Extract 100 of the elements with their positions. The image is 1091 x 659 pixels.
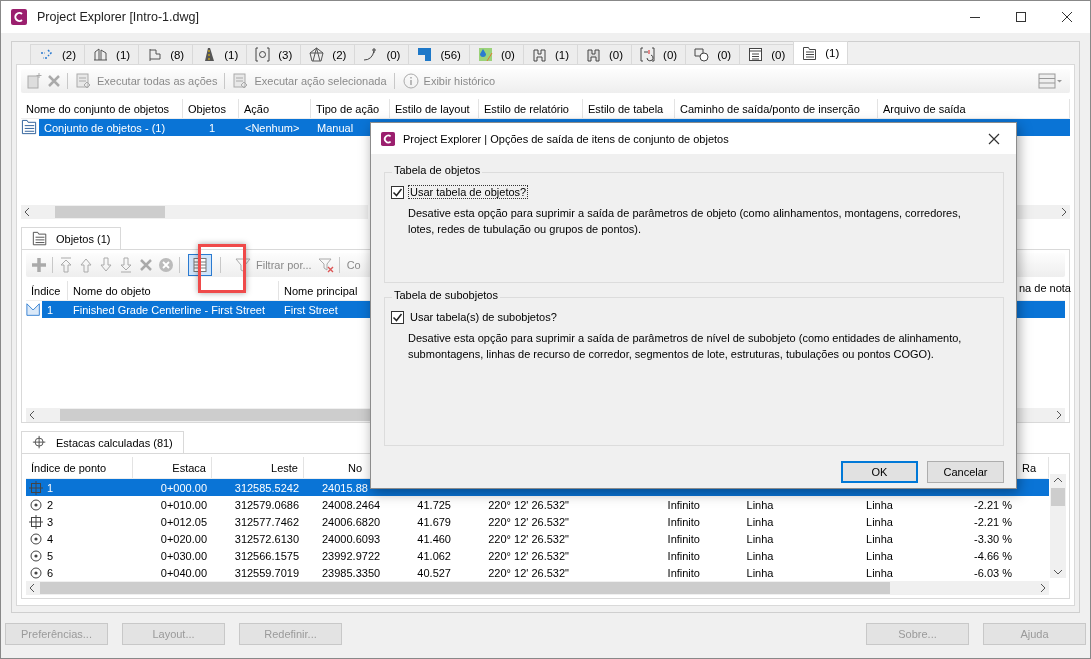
- object-type-tab[interactable]: (0): [577, 44, 633, 64]
- horizontal-scrollbar[interactable]: [21, 205, 368, 219]
- table-cell-text: Linha: [745, 498, 775, 511]
- table-cell-text: Infinito: [666, 515, 701, 528]
- column-header[interactable]: Índice: [26, 281, 68, 300]
- object-type-tab[interactable]: (1): [793, 41, 849, 64]
- object-type-tab[interactable]: (0): [354, 44, 410, 64]
- column-header[interactable]: Tipo de ação: [311, 99, 390, 118]
- table-cell-text: 312572.6130: [233, 532, 300, 545]
- table-cell-text: 312577.7462: [233, 515, 300, 528]
- table-cell-text: -3.30 %: [973, 532, 1013, 545]
- dialog-button[interactable]: OK: [841, 461, 918, 483]
- column-header[interactable]: Índice de ponto: [26, 457, 133, 478]
- checkbox-label[interactable]: Usar tabela de objetos?: [408, 185, 529, 199]
- column-header[interactable]: Nome do objeto: [68, 281, 279, 300]
- table-cell-text: Finished Grade Centerline - First Street: [72, 303, 266, 316]
- object-type-icon: [255, 47, 271, 62]
- table-cell-text: 1: [207, 121, 217, 134]
- crosshair-icon: [28, 513, 44, 530]
- table-cell-text: Linha: [745, 566, 775, 579]
- table-cell-text: 0+010.00: [159, 498, 208, 511]
- table-cell-text: 312566.1575: [233, 549, 300, 562]
- checkbox[interactable]: [391, 185, 404, 199]
- object-type-tab[interactable]: (56): [408, 44, 470, 64]
- object-type-tab[interactable]: (0): [739, 44, 795, 64]
- object-type-tab[interactable]: (8): [138, 44, 194, 64]
- table-row[interactable]: 5 0+030.00 312566.1575 23992.9722 41.062 220° 12' 26.532" Infinito Linha Linha -4.66 %: [26, 547, 1049, 564]
- close-icon: [1062, 12, 1072, 22]
- dialog-button[interactable]: Cancelar: [927, 461, 1004, 483]
- column-header[interactable]: Ação: [239, 99, 311, 118]
- column-header[interactable]: Estilo de tabela: [583, 99, 675, 118]
- new-item-icon: [25, 72, 43, 90]
- objects-tab[interactable]: Objetos (1): [21, 227, 122, 249]
- move-down-icon: [97, 256, 115, 274]
- table-cell-text: Infinito: [666, 549, 701, 562]
- table-cell-text: Conjunto de objetos - (1): [43, 121, 167, 134]
- object-type-icon: [417, 47, 433, 62]
- column-header[interactable]: Arquivo de saída: [878, 99, 1070, 118]
- column-header[interactable]: Estilo de layout: [390, 99, 479, 118]
- table-cell-text: Infinito: [666, 498, 701, 511]
- table-cell-text: -6.03 %: [973, 566, 1013, 579]
- column-header[interactable]: Caminho de saída/ponto de inserção: [675, 99, 878, 118]
- object-type-tab[interactable]: (1): [84, 44, 140, 64]
- checkbox-label[interactable]: Usar tabela(s) de subobjetos?: [408, 310, 559, 324]
- object-type-tab[interactable]: (2): [30, 44, 86, 64]
- table-row[interactable]: 2 0+010.00 312579.0686 24008.2464 41.725 220° 12' 26.532" Infinito Linha Linha -2.21 %: [26, 496, 1049, 513]
- table-cell-text: 0+020.00: [159, 532, 208, 545]
- object-type-tab[interactable]: (0): [631, 44, 687, 64]
- object-type-tab[interactable]: (3): [246, 44, 302, 64]
- table-row[interactable]: 4 0+020.00 312572.6130 24000.6093 41.460 220° 12' 26.532" Infinito Linha Linha -3.30 %: [26, 530, 1049, 547]
- table-cell-text: Linha: [745, 532, 775, 545]
- object-type-tab[interactable]: (1): [522, 44, 578, 64]
- object-type-icon: [93, 47, 109, 62]
- column-header[interactable]: Nome do conjunto de objetos: [21, 99, 183, 118]
- column-header[interactable]: Estilo de relatório: [479, 99, 583, 118]
- object-type-icon: [363, 47, 379, 62]
- option-description: Desative esta opção para suprimir a saída de parâmetros de objeto (como alinhamentos, montagens, corredores, lotes, redes de tubulação ou grupos de pontos).: [408, 206, 962, 237]
- table-row[interactable]: 3 0+012.05 312577.7462 24006.6820 41.679 220° 12' 26.532" Infinito Linha Linha -2.21 %: [26, 513, 1049, 530]
- column-header[interactable]: Leste: [212, 457, 304, 478]
- run-action-icon: [75, 72, 93, 90]
- table-cell-text: 24006.6820: [321, 515, 382, 528]
- filter-icon: [234, 256, 252, 274]
- object-type-tab[interactable]: (2): [300, 44, 356, 64]
- scroll-thumb[interactable]: [1051, 488, 1065, 506]
- table-cell-text: 40.527: [416, 566, 452, 579]
- table-cell-text: 220° 12' 26.532": [487, 549, 570, 562]
- table-cell-text: Infinito: [666, 566, 701, 579]
- table-cell: 6: [47, 566, 54, 579]
- object-type-tab[interactable]: (0): [468, 44, 524, 64]
- object-type-icon: [531, 47, 547, 62]
- object-type-tab[interactable]: (1): [192, 44, 248, 64]
- point-marker-icon: [28, 564, 44, 581]
- table-cell: 5: [47, 549, 54, 562]
- highlight-frame: [198, 244, 246, 293]
- column-header[interactable]: Objetos: [183, 99, 239, 118]
- table-cell-text: 41.062: [416, 549, 452, 562]
- column-header[interactable]: Estaca: [133, 457, 212, 478]
- table-cell-text: Linha: [865, 532, 894, 545]
- table-row[interactable]: 6 0+040.00 312559.7019 23985.3350 40.527 220° 12' 26.532" Infinito Linha Linha -6.03 %: [26, 564, 1049, 581]
- vertical-scrollbar[interactable]: [1050, 474, 1066, 578]
- add-icon: [30, 256, 48, 274]
- table-cell-text: 0+012.05: [159, 515, 208, 528]
- table-cell-text: Manual: [316, 121, 355, 134]
- table-cell-text: Infinito: [666, 532, 701, 545]
- column-header[interactable]: na de nota: [1019, 282, 1071, 294]
- point-marker-icon: [28, 530, 44, 547]
- checkbox[interactable]: [391, 310, 404, 324]
- table-cell-text: 220° 12' 26.532": [487, 515, 570, 528]
- table-cell-text: 220° 12' 26.532": [487, 532, 570, 545]
- table-cell-text: 0+040.00: [159, 566, 208, 579]
- object-type-icon: [586, 47, 601, 62]
- object-type-icon: [802, 45, 818, 61]
- table-cell-text: 41.725: [416, 498, 452, 511]
- table-cell-text: 220° 12' 26.532": [487, 498, 570, 511]
- object-type-tab[interactable]: (0): [685, 44, 741, 64]
- app-icon: [381, 131, 395, 146]
- horizontal-scrollbar[interactable]: [26, 581, 1049, 595]
- stations-tab[interactable]: Estacas calculadas (81): [21, 431, 184, 453]
- object-type-icon: [640, 47, 656, 62]
- table-cell-text: 23992.9722: [321, 549, 382, 562]
